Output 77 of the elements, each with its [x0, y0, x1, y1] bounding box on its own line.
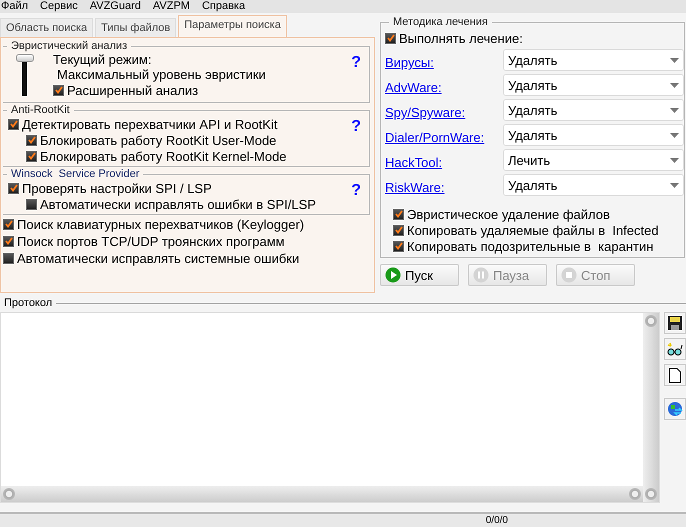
group-title: Протокол [3, 297, 54, 309]
checkbox-label[interactable]: Поиск клавиатурных перехватчиков (Keylogger) [17, 216, 304, 232]
checkbox[interactable] [385, 32, 396, 44]
pause-icon [473, 267, 489, 283]
tab[interactable]: Параметры поиска [178, 15, 287, 37]
caret-icon [670, 132, 679, 138]
vertical-scrollbar[interactable] [643, 313, 659, 502]
checkbox-label[interactable]: Эвристическое удаление файлов [407, 206, 610, 222]
checkbox[interactable] [3, 252, 14, 264]
checkbox-label[interactable]: Блокировать работу RootKit Kernel-Mode [40, 148, 287, 164]
caret-icon [670, 108, 679, 112]
action-dropdown[interactable]: Удалять [503, 99, 684, 121]
save-button[interactable] [664, 312, 686, 334]
glasses-icon [667, 341, 683, 357]
caret-icon [670, 182, 679, 188]
checkbox[interactable] [393, 240, 404, 252]
group-title: Эвристический анализ [10, 40, 128, 52]
category-link[interactable]: RiskWare: [385, 180, 503, 196]
help-link[interactable]: ? [351, 54, 361, 72]
action-dropdown[interactable]: Удалять [503, 124, 684, 146]
checkbox[interactable] [3, 236, 14, 246]
checkbox-label[interactable]: Выполнять лечение: [399, 30, 523, 46]
tab[interactable]: Область поиска [0, 18, 94, 37]
mode-value: Максимальный уровень эвристики [56, 67, 266, 82]
checkbox[interactable] [26, 134, 37, 146]
caret-icon [670, 82, 679, 88]
play-icon [385, 267, 401, 283]
checkbox-label[interactable]: Поиск портов TCP/UDP троянских программ [17, 234, 285, 248]
help-link[interactable]: ? [351, 118, 361, 136]
document-icon [669, 368, 681, 382]
action-dropdown[interactable]: Удалять [503, 74, 684, 96]
checkbox[interactable] [26, 150, 37, 162]
view-button[interactable] [664, 338, 686, 360]
heuristic-slider[interactable] [15, 54, 35, 98]
checkbox[interactable] [393, 224, 404, 236]
category-link[interactable]: Spy/Spyware: [385, 105, 503, 121]
checkbox-label[interactable]: Копировать подозрительные в карантин [407, 238, 654, 254]
action-dropdown[interactable]: Лечить [503, 149, 684, 171]
checkbox-label[interactable]: Расширенный анализ [67, 82, 198, 98]
menu-item[interactable]: Сервис [40, 0, 78, 13]
checkbox[interactable] [393, 208, 404, 220]
stop-icon [561, 267, 577, 283]
globe-icon [667, 401, 683, 417]
caret-icon [670, 158, 679, 162]
category-link[interactable]: Вирусы: [385, 55, 503, 71]
checkbox-label[interactable]: Детектировать перехватчики API и RootKit [22, 116, 278, 132]
checkbox[interactable] [8, 118, 19, 130]
new-button[interactable] [664, 364, 686, 386]
checkbox-label[interactable]: Блокировать работу RootKit User-Mode [40, 132, 276, 148]
checkbox[interactable] [8, 182, 19, 194]
menu-item[interactable]: AVZPM [152, 0, 190, 13]
checkbox[interactable] [3, 218, 14, 230]
checkbox-label[interactable]: Копировать удаляемые файлы в Infected [407, 222, 659, 238]
checkbox-label[interactable]: Автоматически исправлять системные ошибки [17, 250, 300, 266]
checkbox-label[interactable]: Автоматически исправлять ошибки в SPI/LSP [40, 196, 316, 212]
group-title: Методика лечения [392, 16, 489, 28]
menu-item[interactable]: Файл [1, 0, 28, 13]
caret-icon [670, 58, 679, 62]
status-counter: 0/0/0 [486, 514, 508, 527]
checkbox-label[interactable]: Проверять настройки SPI / LSP [22, 180, 212, 196]
group-title: Anti-RootKit [10, 104, 71, 116]
help-link[interactable]: ? [351, 182, 361, 200]
group-title: Winsock Service Provider [10, 168, 140, 180]
action-dropdown[interactable]: Удалять [503, 174, 684, 196]
menu-item[interactable]: AVZGuard [90, 0, 141, 13]
menu-item[interactable]: Справка [202, 0, 246, 13]
web-button[interactable] [664, 398, 686, 420]
horizontal-scrollbar[interactable] [1, 486, 643, 502]
action-dropdown[interactable]: Удалять [503, 49, 684, 71]
category-link[interactable]: Dialer/PornWare: [385, 130, 503, 146]
mode-label: Текущий режим: [53, 52, 152, 67]
tab[interactable]: Типы файлов [95, 18, 176, 37]
checkbox[interactable] [26, 198, 37, 210]
action-button[interactable]: Пуск [380, 264, 459, 286]
category-link[interactable]: AdvWare: [385, 80, 503, 96]
checkbox[interactable] [53, 84, 64, 96]
category-link[interactable]: HackTool: [385, 155, 503, 171]
